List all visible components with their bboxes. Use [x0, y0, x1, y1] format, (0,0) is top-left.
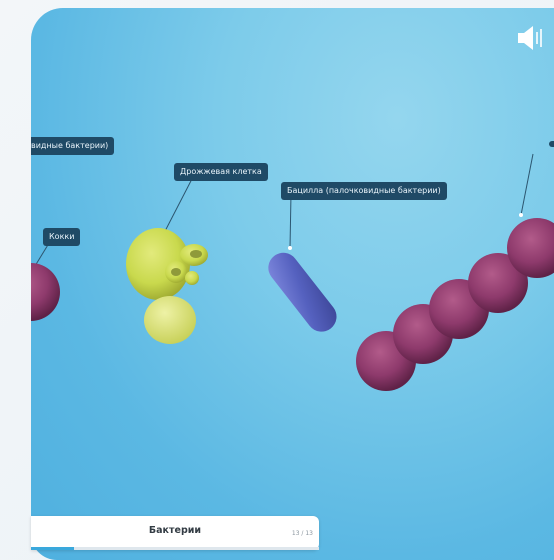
streptococci-chain-model[interactable]: [351, 213, 554, 393]
bacillus-model[interactable]: [264, 241, 344, 341]
section-title: Бактерии: [148, 525, 202, 536]
cocci-model[interactable]: [31, 263, 63, 323]
label-streptococci-partial[interactable]: [549, 141, 554, 147]
yeast-cell-model[interactable]: [124, 220, 214, 350]
sound-toggle-button[interactable]: [516, 23, 548, 53]
progress-track: [31, 547, 319, 550]
progress-fill: [31, 547, 75, 550]
page-indicator: 13 / 13: [291, 530, 313, 537]
label-cocci[interactable]: Кокки: [43, 228, 81, 246]
label-yeast-cell[interactable]: Дрожжевая клетка: [174, 163, 268, 181]
speaker-icon: [518, 26, 542, 50]
label-rod-bacteria-partial[interactable]: видные бактерии): [31, 137, 115, 155]
bottom-info-bar: Бактерии 13 / 13: [31, 516, 319, 550]
label-bacillus[interactable]: Бацилла (палочковидные бактерии): [281, 182, 447, 200]
bacteria-scene: видные бактерии) Дрожжевая клетка Бацилл…: [31, 8, 554, 560]
